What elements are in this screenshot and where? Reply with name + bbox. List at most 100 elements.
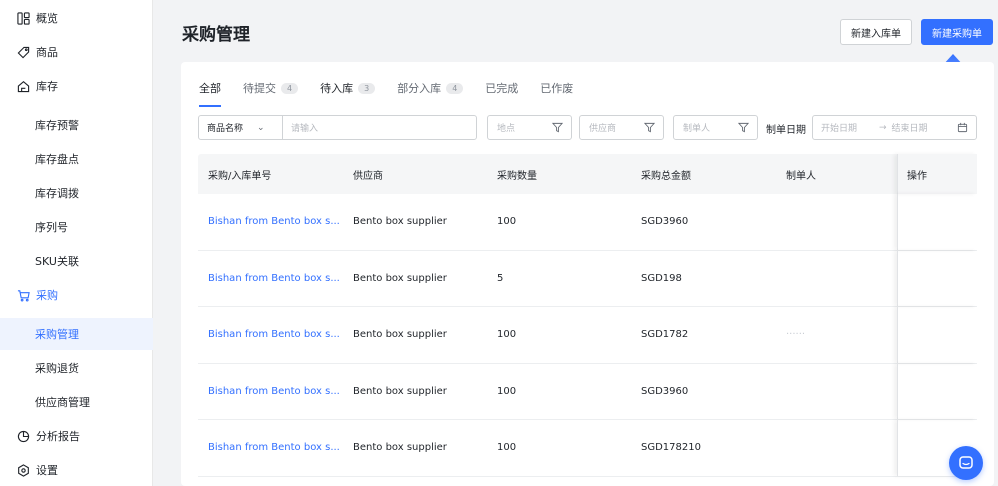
maker-cell: ······ bbox=[786, 329, 806, 341]
sidebar-item-label: 库存调拨 bbox=[35, 187, 79, 200]
location-filter[interactable]: 地点 bbox=[487, 115, 572, 140]
amount-cell: SGD198 bbox=[641, 272, 682, 284]
status-tabs: 全部 待提交 4 待入库 3 部分入库 4 已完成 已作废 bbox=[199, 74, 595, 107]
sidebar-item-purchase-management[interactable]: 采购管理 bbox=[0, 318, 153, 350]
arrow-right-icon: → bbox=[879, 122, 887, 133]
sidebar-item-label: 库存盘点 bbox=[35, 153, 79, 166]
table-row[interactable]: Bishan from Bento box s... Bento box sup… bbox=[198, 250, 977, 307]
supplier-cell: Bento box supplier bbox=[353, 385, 447, 397]
tab-pending-submit[interactable]: 待提交 4 bbox=[243, 74, 299, 102]
count-badge: 4 bbox=[446, 82, 464, 94]
quantity-cell: 100 bbox=[497, 442, 517, 454]
tag-icon bbox=[16, 45, 30, 59]
amount-cell: SGD1782 bbox=[641, 329, 689, 341]
sidebar-item-transfer[interactable]: 库存调拨 bbox=[0, 178, 153, 208]
sidebar-item-settings[interactable]: 设置 bbox=[0, 455, 153, 485]
order-link[interactable]: Bishan from Bento box s... bbox=[198, 273, 343, 284]
column-header: 供应商 bbox=[353, 170, 383, 182]
tab-voided[interactable]: 已作废 bbox=[540, 74, 573, 102]
sidebar-item-inventory[interactable]: 库存 bbox=[0, 71, 153, 101]
maker-filter[interactable]: 制单人 bbox=[673, 115, 758, 140]
column-header: 制单人 bbox=[786, 170, 816, 182]
tab-label: 部分入库 bbox=[397, 82, 442, 95]
order-link[interactable]: Bishan from Bento box s... bbox=[198, 386, 343, 397]
actions-cell bbox=[897, 363, 977, 419]
actions-cell bbox=[897, 250, 977, 306]
sidebar-item-reports[interactable]: 分析报告 bbox=[0, 421, 153, 451]
sidebar-item-label: 库存预警 bbox=[35, 119, 79, 132]
supplier-placeholder: 供应商 bbox=[589, 124, 617, 134]
tab-label: 已作废 bbox=[540, 82, 574, 95]
sidebar: 概览 商品 库存 库存预警 库存盘点 库存调拨 序列号 SKU关联 采购 采购管… bbox=[0, 0, 153, 486]
chat-button[interactable] bbox=[949, 446, 983, 480]
sidebar-item-purchase[interactable]: 采购 bbox=[0, 280, 153, 310]
quantity-cell: 100 bbox=[497, 216, 517, 228]
supplier-cell: Bento box supplier bbox=[353, 272, 447, 284]
purchase-card: 全部 待提交 4 待入库 3 部分入库 4 已完成 已作废 商品名称 ⌄ 请输入… bbox=[181, 62, 994, 486]
sidebar-item-stock-alert[interactable]: 库存预警 bbox=[0, 110, 153, 140]
new-purchase-button[interactable]: 新建采购单 bbox=[921, 19, 993, 45]
order-link[interactable]: Bishan from Bento box s... bbox=[198, 442, 343, 453]
app-root: 概览 商品 库存 库存预警 库存盘点 库存调拨 序列号 SKU关联 采购 采购管… bbox=[0, 0, 998, 486]
start-date-input[interactable]: 开始日期 bbox=[813, 121, 875, 134]
sidebar-item-products[interactable]: 商品 bbox=[0, 37, 153, 67]
settings-icon bbox=[16, 463, 30, 477]
sidebar-item-label: 概览 bbox=[36, 12, 58, 25]
sidebar-item-label: 分析报告 bbox=[36, 430, 80, 443]
field-select-value: 商品名称 bbox=[207, 124, 244, 134]
count-badge: 4 bbox=[281, 82, 299, 94]
order-link[interactable]: Bishan from Bento box s... bbox=[198, 329, 343, 340]
new-inbound-button[interactable]: 新建入库单 bbox=[840, 19, 912, 45]
supplier-cell: Bento box supplier bbox=[353, 329, 447, 341]
page-title: 采购管理 bbox=[182, 25, 250, 45]
supplier-cell: Bento box supplier bbox=[353, 216, 447, 228]
count-badge: 3 bbox=[358, 82, 376, 94]
field-select[interactable]: 商品名称 ⌄ bbox=[199, 116, 283, 139]
tab-label: 全部 bbox=[199, 82, 221, 95]
amount-cell: SGD3960 bbox=[641, 216, 689, 228]
sidebar-item-label: 采购 bbox=[36, 289, 58, 302]
calendar-icon bbox=[957, 122, 968, 133]
filter-icon bbox=[552, 122, 563, 133]
date-range-picker[interactable]: 开始日期 → 结束日期 bbox=[812, 115, 977, 140]
sidebar-item-supplier[interactable]: 供应商管理 bbox=[0, 387, 153, 417]
table-row[interactable]: Bishan from Bento box s... Bento box sup… bbox=[198, 420, 977, 477]
sidebar-item-stocktake[interactable]: 库存盘点 bbox=[0, 144, 153, 174]
table-row[interactable]: Bishan from Bento box s... Bento box sup… bbox=[198, 194, 977, 251]
sidebar-item-sku-link[interactable]: SKU关联 bbox=[0, 246, 153, 276]
quantity-cell: 5 bbox=[497, 272, 504, 284]
chevron-down-icon: ⌄ bbox=[257, 122, 265, 133]
tab-label: 待入库 bbox=[320, 82, 354, 95]
tab-partial-inbound[interactable]: 部分入库 4 bbox=[397, 74, 464, 102]
filter-icon bbox=[738, 122, 749, 133]
sidebar-item-label: 设置 bbox=[36, 464, 58, 477]
date-label: 制单日期 bbox=[766, 125, 806, 136]
search-input[interactable]: 请输入 bbox=[283, 121, 318, 134]
amount-cell: SGD3960 bbox=[641, 385, 689, 397]
sidebar-item-purchase-return[interactable]: 采购退货 bbox=[0, 353, 153, 383]
sidebar-item-overview[interactable]: 概览 bbox=[0, 3, 153, 33]
sidebar-item-serial[interactable]: 序列号 bbox=[0, 212, 153, 242]
supplier-cell: Bento box supplier bbox=[353, 442, 447, 454]
table-row[interactable]: Bishan from Bento box s... Bento box sup… bbox=[198, 363, 977, 420]
actions-cell bbox=[897, 307, 977, 363]
order-link[interactable]: Bishan from Bento box s... bbox=[198, 216, 343, 227]
quantity-cell: 100 bbox=[497, 329, 517, 341]
table-row[interactable]: Bishan from Bento box s... Bento box sup… bbox=[198, 307, 977, 364]
location-placeholder: 地点 bbox=[497, 124, 516, 134]
sidebar-item-label: 供应商管理 bbox=[35, 396, 90, 409]
chat-icon bbox=[959, 456, 973, 469]
amount-cell: SGD178210 bbox=[641, 442, 701, 454]
tab-label: 已完成 bbox=[485, 82, 519, 95]
sidebar-item-label: 采购退货 bbox=[35, 362, 79, 375]
tab-all[interactable]: 全部 bbox=[199, 74, 221, 107]
actions-cell bbox=[897, 194, 977, 250]
quantity-cell: 100 bbox=[497, 385, 517, 397]
column-header: 采购总金额 bbox=[641, 170, 691, 182]
sidebar-item-label: SKU关联 bbox=[35, 255, 79, 268]
tab-completed[interactable]: 已完成 bbox=[485, 74, 518, 102]
purchase-table: 采购/入库单号 供应商 采购数量 采购总金额 制单人 操作 Bishan fro… bbox=[198, 154, 977, 477]
end-date-input[interactable]: 结束日期 bbox=[892, 121, 957, 134]
supplier-filter[interactable]: 供应商 bbox=[579, 115, 664, 140]
tab-pending-inbound[interactable]: 待入库 3 bbox=[320, 74, 376, 102]
